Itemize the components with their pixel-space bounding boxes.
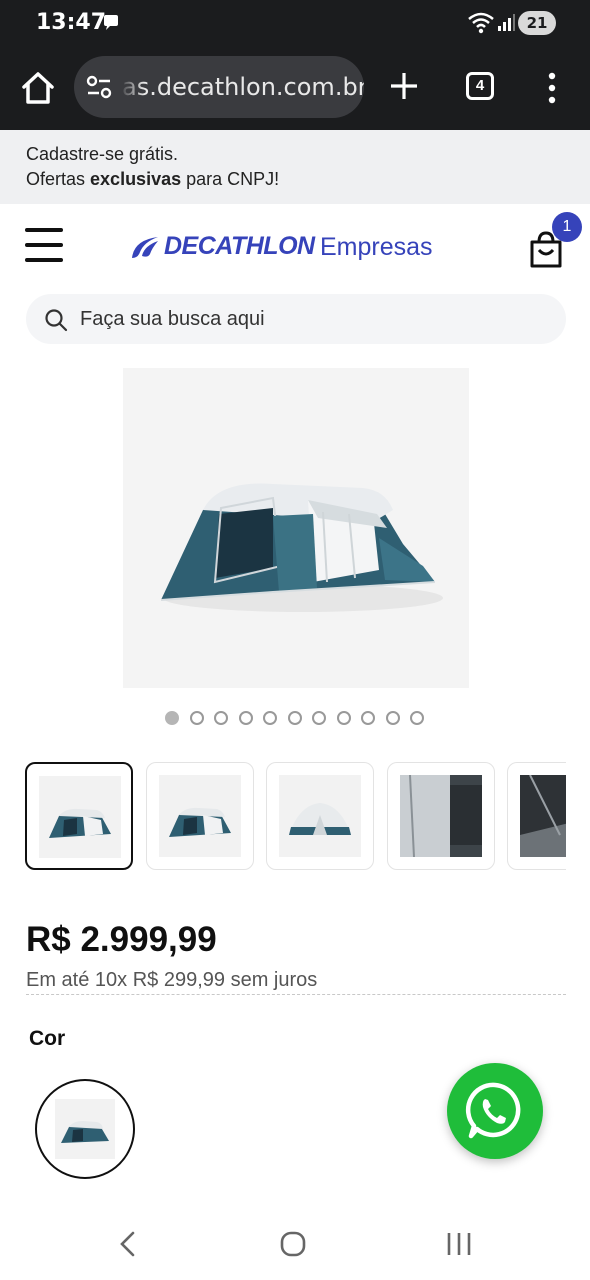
color-option[interactable] [35,1079,135,1179]
brand-name: DECATHLON [164,232,315,260]
carousel-dot[interactable] [214,711,228,725]
whatsapp-icon [465,1082,521,1139]
new-tab-icon[interactable] [386,68,422,104]
promo-line-1: Cadastre-se grátis. [26,144,179,164]
back-icon[interactable] [116,1230,140,1258]
thumbnail-4[interactable] [387,762,495,870]
thumbnail-strip [0,762,566,872]
carousel-dot[interactable] [410,711,424,725]
menu-icon[interactable] [25,228,63,264]
url-text[interactable]: as.decathlon.com.br [122,73,364,101]
thumbnail-2[interactable] [146,762,254,870]
thumbnail-1[interactable] [25,762,133,870]
search-icon [45,309,68,332]
promo-suffix: para CNPJ! [181,169,280,189]
tab-switcher-button[interactable]: 4 [466,72,494,100]
browser-toolbar: as.decathlon.com.br 4 [0,46,590,130]
tent-image [160,483,443,612]
brand-sub: Empresas [320,233,433,261]
site-header: DECATHLON Empresas [0,204,590,290]
system-nav-bar [0,1206,590,1280]
tent-thumb-5 [520,774,566,857]
carousel-dot[interactable] [165,711,179,725]
carousel-dot[interactable] [287,711,302,725]
installments-text: Em até 10x R$ 299,99 sem juros [26,969,318,991]
tent-thumb-1 [39,776,121,858]
tent-thumb-2 [159,775,241,857]
promo-prefix: Ofertas [26,169,91,189]
status-time: 13:47 [36,10,107,35]
promo-banner[interactable]: Cadastre-se grátis. Ofertas exclusivas p… [0,130,590,204]
tent-thumb-4 [400,774,482,858]
product-image[interactable] [123,368,469,688]
color-label: Cor [29,1027,66,1050]
site-settings-icon[interactable] [86,75,112,99]
thumbnail-5[interactable] [507,762,566,870]
carousel-dot[interactable] [336,711,351,725]
carousel-dot[interactable] [189,711,204,725]
status-bar: 13:47 21 [0,0,590,46]
address-bar[interactable]: as.decathlon.com.br [74,56,364,118]
carousel-dot[interactable] [385,711,400,725]
product-price: R$ 2.999,99 [26,920,217,959]
more-vert-icon[interactable] [542,68,562,108]
recents-icon[interactable] [445,1231,473,1257]
battery-icon: 21 [518,11,556,35]
chat-bubble-icon [104,15,118,30]
promo-bold: exclusivas [90,169,182,189]
carousel-dot[interactable] [361,711,375,725]
home-circle-icon[interactable] [279,1230,307,1258]
decathlon-logo-icon [132,237,158,258]
carousel-dot[interactable] [312,711,326,725]
thumbnail-3[interactable] [266,762,374,870]
swatch-image [55,1099,115,1159]
wifi-icon [468,12,494,34]
divider [26,994,566,995]
tent-thumb-3 [279,775,361,857]
carousel-dots [165,711,435,727]
search-bar [26,294,566,344]
whatsapp-button[interactable] [447,1063,543,1159]
cart-count-badge: 1 [552,212,582,242]
search-input[interactable] [80,294,550,344]
promo-line-2: Ofertas exclusivas para CNPJ! [26,169,279,190]
carousel-dot[interactable] [238,711,253,725]
signal-icon [498,14,515,31]
carousel-dot[interactable] [263,711,277,725]
home-icon[interactable] [18,68,58,108]
url-fade [120,56,144,118]
